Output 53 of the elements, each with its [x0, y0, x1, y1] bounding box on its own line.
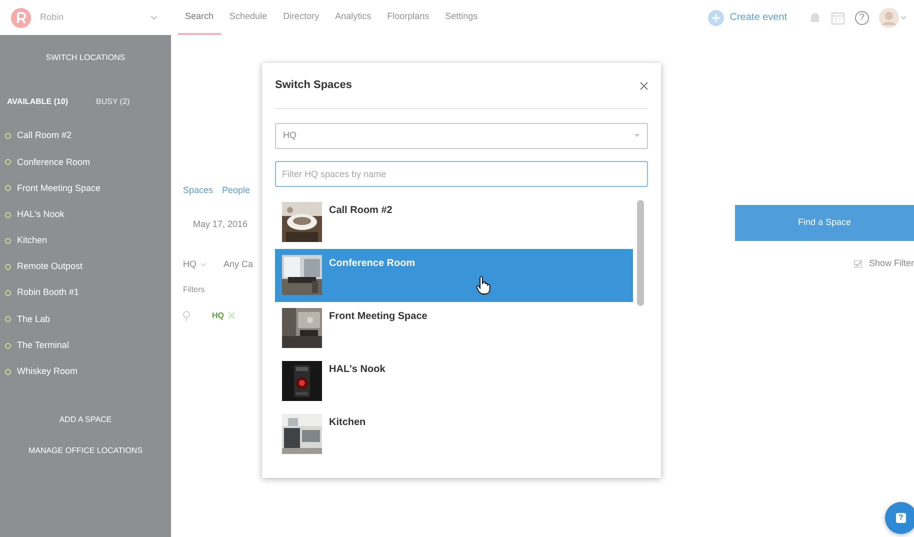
space-name[interactable]: Kitchen: [17, 234, 48, 248]
plus-icon: [708, 10, 724, 26]
close-icon[interactable]: [640, 82, 648, 90]
help-button[interactable]: ?: [855, 10, 869, 24]
checkbox[interactable]: [854, 260, 862, 268]
nav-tab[interactable]: Directory: [276, 0, 326, 35]
filters-label: Filters: [183, 284, 206, 296]
space-name[interactable]: The Lab: [17, 312, 50, 326]
find-space-button[interactable]: Find a Space: [735, 205, 914, 241]
space-name[interactable]: The Terminal: [17, 338, 69, 352]
date-field[interactable]: May 17, 2016: [193, 218, 262, 231]
nav-tab[interactable]: Settings: [438, 0, 485, 35]
location-dropdown[interactable]: HQ: [183, 258, 196, 272]
space-name[interactable]: Front Meeting Space: [17, 182, 101, 196]
caret-icon: [634, 134, 640, 138]
nav-tab[interactable]: Floorplans: [380, 0, 436, 35]
nav-tab[interactable]: Schedule: [222, 0, 274, 35]
logo-icon: [11, 8, 31, 28]
create-event-button[interactable]: Create event: [708, 10, 787, 26]
search-mode-tab[interactable]: Spaces: [183, 184, 214, 198]
nav-tab[interactable]: Search: [178, 0, 221, 35]
search-mode-tab[interactable]: People: [222, 184, 250, 198]
help-button[interactable]: ?: [885, 502, 914, 534]
sidebar-link[interactable]: ADD A SPACE: [59, 414, 112, 426]
space-name[interactable]: Remote Outpost: [17, 260, 83, 274]
caret-icon[interactable]: [151, 16, 157, 20]
sidebar-link[interactable]: MANAGE OFFICE LOCATIONS: [28, 444, 143, 457]
location-pin-icon: [183, 310, 190, 320]
space-name[interactable]: HAL's Nook: [17, 208, 64, 222]
bell-icon[interactable]: [809, 11, 821, 24]
calendar-icon[interactable]: [831, 10, 845, 24]
dialog-title: Switch Spaces: [275, 78, 352, 94]
filter-tag: HQ: [212, 310, 224, 322]
avatar-icon[interactable]: [879, 8, 899, 28]
brand-name: Robin: [40, 10, 64, 24]
space-name[interactable]: Robin Booth #1: [17, 286, 80, 300]
category-dropdown[interactable]: Any Ca: [224, 258, 254, 272]
show-filters-label[interactable]: Show Filter: [868, 257, 914, 270]
scrollbar-thumb[interactable]: [637, 200, 644, 306]
filter-field[interactable]: Filter HQ spaces by name: [275, 161, 648, 187]
location-select[interactable]: HQ: [275, 123, 648, 149]
space-name[interactable]: Whiskey Room: [17, 365, 78, 379]
caret-icon[interactable]: [200, 262, 206, 267]
space-list-item[interactable]: Conference Room: [275, 249, 633, 302]
space-name[interactable]: Conference Room: [17, 156, 90, 170]
remove-icon[interactable]: [228, 312, 235, 319]
caret-icon[interactable]: [901, 16, 906, 20]
sidebar-tab[interactable]: BUSY (2): [96, 96, 130, 108]
nav-tab[interactable]: Analytics: [328, 0, 378, 35]
sidebar-tab[interactable]: AVAILABLE (10): [7, 96, 68, 108]
space-name[interactable]: Call Room #2: [17, 129, 72, 143]
hand-cursor-icon: [476, 276, 491, 295]
switch-locations-link[interactable]: SWITCH LOCATIONS: [0, 52, 171, 64]
